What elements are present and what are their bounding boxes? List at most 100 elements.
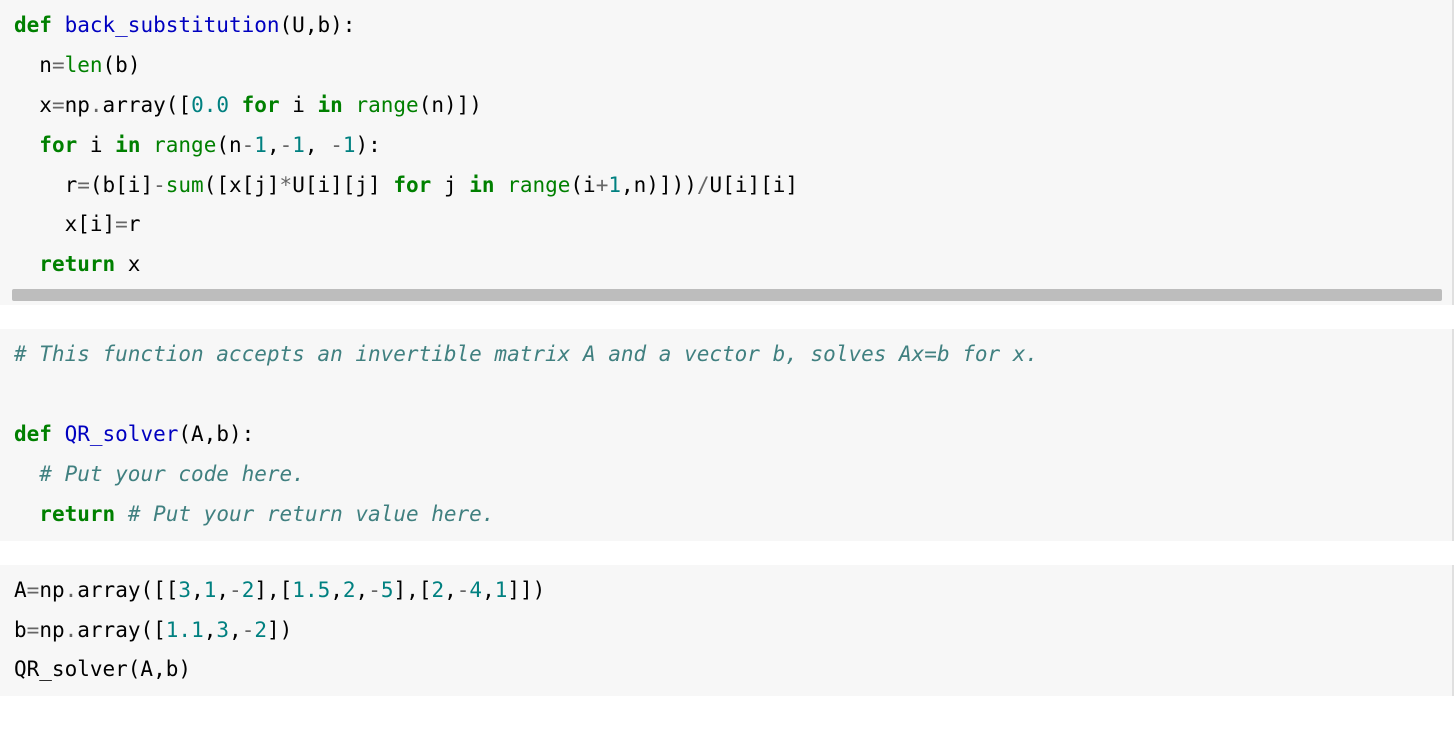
code-token: np <box>39 578 64 602</box>
code-token <box>343 93 356 117</box>
code-token: + <box>596 173 609 197</box>
code-token: - <box>153 173 166 197</box>
code-token: 1.5 <box>292 578 330 602</box>
code-cell-body[interactable]: # This function accepts an invertible ma… <box>14 335 1440 534</box>
code-token: sum <box>166 173 204 197</box>
code-token: for <box>39 133 77 157</box>
code-token: n <box>14 53 52 77</box>
notebook-cells: def back_substitution(U,b): n=len(b) x=n… <box>0 0 1454 696</box>
code-token: j <box>431 173 469 197</box>
code-token: ): <box>356 133 381 157</box>
code-token: , <box>330 578 343 602</box>
code-token: i <box>280 93 318 117</box>
code-token: / <box>697 173 710 197</box>
code-token: , <box>444 578 457 602</box>
code-token: # Put your return value here. <box>128 502 495 526</box>
code-token: ,n)])) <box>621 173 697 197</box>
code-token: in <box>115 133 140 157</box>
code-token: 1 <box>343 133 356 157</box>
code-token: range <box>355 93 418 117</box>
code-token <box>14 502 39 526</box>
code-token: return <box>39 502 115 526</box>
code-token: = <box>77 173 90 197</box>
code-token <box>14 133 39 157</box>
code-token: (n)]) <box>419 93 482 117</box>
code-token: b <box>14 618 27 642</box>
code-token: x <box>14 93 52 117</box>
code-token: - <box>229 578 242 602</box>
code-token: 1.1 <box>166 618 204 642</box>
code-token: , <box>267 133 280 157</box>
code-token: , <box>216 578 229 602</box>
code-token: array([[ <box>77 578 178 602</box>
code-token: . <box>65 578 78 602</box>
code-token: for <box>242 93 280 117</box>
code-token: r <box>128 212 141 236</box>
code-token: ]) <box>267 618 292 642</box>
code-token: np <box>39 618 64 642</box>
code-token: , <box>191 578 204 602</box>
code-token: * <box>280 173 293 197</box>
code-token: - <box>242 133 255 157</box>
code-token: in <box>469 173 494 197</box>
code-token: = <box>27 618 40 642</box>
code-token <box>14 252 39 276</box>
code-token: (U,b): <box>280 13 356 37</box>
code-cell[interactable]: A=np.array([[3,1,-2],[1.5,2,-5],[2,-4,1]… <box>0 565 1454 697</box>
code-token: , <box>229 618 242 642</box>
code-token: back_substitution <box>65 13 280 37</box>
code-token: - <box>457 578 470 602</box>
code-cell[interactable]: # This function accepts an invertible ma… <box>0 329 1454 540</box>
code-token: 3 <box>216 618 229 642</box>
code-token: 1 <box>608 173 621 197</box>
code-token: QR_solver <box>65 422 179 446</box>
code-token: = <box>115 212 128 236</box>
code-token: 1 <box>495 578 508 602</box>
code-token: 2 <box>242 578 255 602</box>
code-token <box>52 422 65 446</box>
code-token: 0.0 <box>191 93 229 117</box>
code-token: 5 <box>381 578 394 602</box>
code-token: , <box>305 133 330 157</box>
code-token: - <box>280 133 293 157</box>
code-token: def <box>14 422 52 446</box>
code-cell-body[interactable]: def back_substitution(U,b): n=len(b) x=n… <box>14 6 1440 285</box>
code-token: A <box>14 578 27 602</box>
code-token: # Put your code here. <box>39 462 305 486</box>
code-cell-body[interactable]: A=np.array([[3,1,-2],[1.5,2,-5],[2,-4,1]… <box>14 571 1440 691</box>
code-token: , <box>482 578 495 602</box>
code-token: - <box>330 133 343 157</box>
code-token: # This function accepts an invertible ma… <box>14 342 1038 366</box>
code-token: (n <box>216 133 241 157</box>
code-token: len <box>65 53 103 77</box>
code-token: ],[ <box>394 578 432 602</box>
code-token: (A,b): <box>178 422 254 446</box>
code-token: ],[ <box>254 578 292 602</box>
code-token: = <box>52 93 65 117</box>
code-token: = <box>27 578 40 602</box>
code-token <box>52 13 65 37</box>
code-token: range <box>507 173 570 197</box>
code-token: x <box>115 252 140 276</box>
code-token: (b[i] <box>90 173 153 197</box>
code-token: array([ <box>77 618 166 642</box>
code-token: ([x[j] <box>204 173 280 197</box>
code-token: . <box>90 93 103 117</box>
code-token: , <box>204 618 217 642</box>
code-token: x[i] <box>14 212 115 236</box>
code-token: for <box>393 173 431 197</box>
horizontal-scrollbar[interactable] <box>12 289 1442 301</box>
code-token: 1 <box>292 133 305 157</box>
code-token: QR_solver(A,b) <box>14 657 191 681</box>
code-token: return <box>39 252 115 276</box>
code-token: i <box>77 133 115 157</box>
code-token: 3 <box>178 578 191 602</box>
code-token: (b) <box>103 53 141 77</box>
code-token: = <box>52 53 65 77</box>
code-token <box>115 502 128 526</box>
code-token <box>495 173 508 197</box>
code-token <box>229 93 242 117</box>
code-cell[interactable]: def back_substitution(U,b): n=len(b) x=n… <box>0 0 1454 305</box>
code-token: U[i][j] <box>292 173 393 197</box>
code-token <box>14 462 39 486</box>
